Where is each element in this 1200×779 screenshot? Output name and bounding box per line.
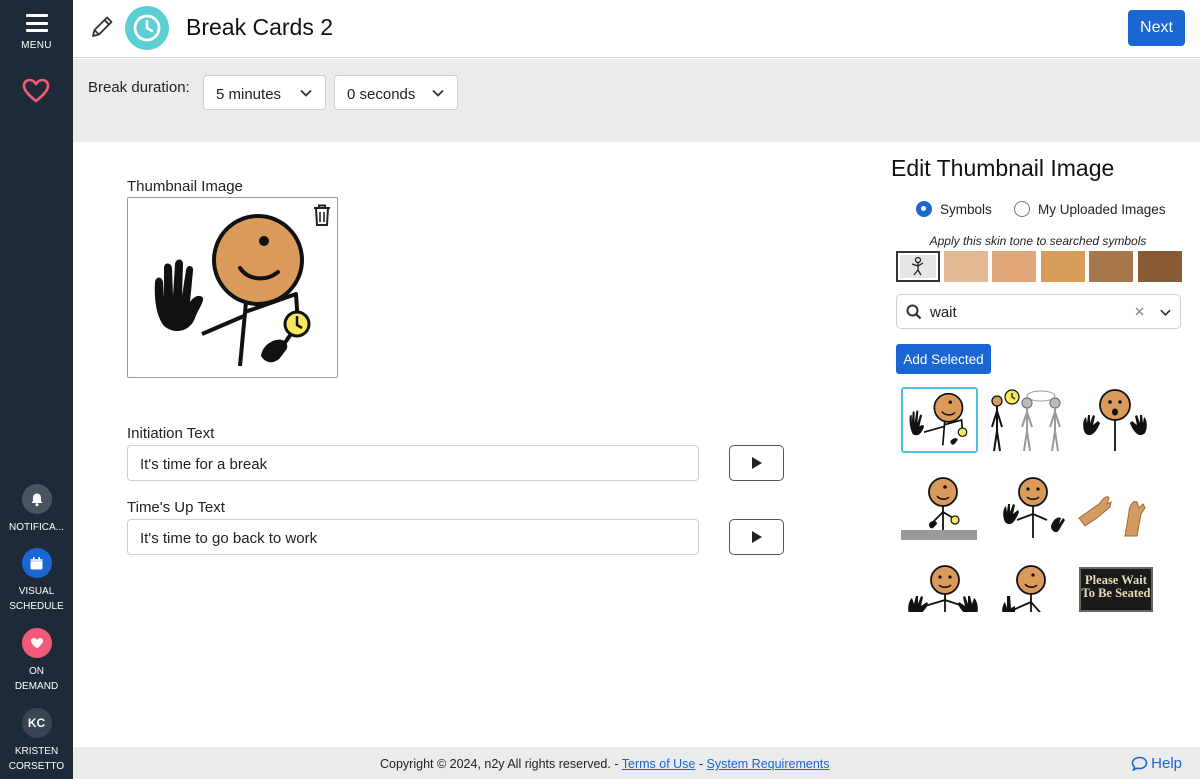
chevron-down-icon [300,89,312,97]
wait-to-be-seated-sign[interactable]: Please Wait To Be Seated [1079,567,1153,612]
system-requirements-link[interactable]: System Requirements [707,757,830,771]
symbol-result[interactable] [901,562,981,612]
heart-icon [21,628,52,658]
sidebar-item-notifications[interactable]: NOTIFICA... [0,484,73,535]
user-name: KRISTEN CORSETTO [8,746,65,772]
skin-tone-swatch-4[interactable] [1089,251,1133,282]
user-profile[interactable]: KC KRISTEN CORSETTO [0,708,73,774]
copyright-text: Copyright © 2024, n2y All rights reserve… [380,757,619,771]
sidebar-item-label: ON DEMAND [14,666,59,692]
bell-icon [21,484,52,514]
help-button[interactable]: Help [1131,755,1182,772]
radio-unselected-icon [1014,201,1030,217]
pencil-icon[interactable] [89,14,115,40]
avatar: KC [21,708,52,738]
help-label: Help [1151,755,1182,772]
trash-icon[interactable] [311,203,333,227]
radio-symbols-label: Symbols [940,201,992,217]
symbol-result[interactable] [1077,474,1157,542]
play-icon [751,457,762,469]
footer-separator: - [698,757,704,771]
times-up-play-button[interactable] [729,519,784,555]
chevron-down-icon [432,89,444,97]
person-icon [911,256,924,276]
menu-label: MENU [21,40,52,51]
minutes-select[interactable]: 5 minutes [203,75,326,110]
initiation-text-label: Initiation Text [127,425,215,442]
sidebar-item-label: VISUAL SCHEDULE [9,586,64,612]
symbol-result[interactable] [985,387,1065,455]
symbol-results-grid: Please Wait To Be Seated [897,384,1179,612]
footer-text: Copyright © 2024, n2y All rights reserve… [380,757,830,771]
chat-bubble-icon [1131,756,1148,771]
terms-of-use-link[interactable]: Terms of Use [622,757,696,771]
thumbnail-label: Thumbnail Image [127,178,243,195]
sidebar-item-on-demand[interactable]: ON DEMAND [0,628,73,694]
symbol-result[interactable] [991,562,1071,612]
sidebar: MENU NOTIFICA... VISUAL SCHEDULE ON DEMA… [0,0,73,779]
skin-tone-swatch-2[interactable] [992,251,1036,282]
hamburger-icon [25,14,48,32]
times-up-text-input[interactable]: It's time to go back to work [127,519,699,555]
seconds-value: 0 seconds [347,86,416,103]
add-selected-button[interactable]: Add Selected [896,344,991,374]
symbol-search[interactable]: wait [896,294,1181,329]
sidebar-item-label: NOTIFICA... [9,522,64,533]
footer: Copyright © 2024, n2y All rights reserve… [73,747,1200,779]
initiation-text-input[interactable]: It's time for a break [127,445,699,481]
skin-tone-caption: Apply this skin tone to searched symbols [929,234,1147,248]
symbol-result[interactable] [1075,387,1155,455]
chevron-down-icon[interactable] [1159,306,1172,319]
menu-button[interactable]: MENU [0,14,73,51]
break-duration-label: Break duration: [88,79,190,96]
thumbnail-image [127,197,338,378]
header: Break Cards 2 Next [73,0,1200,58]
radio-uploaded-label: My Uploaded Images [1038,201,1166,217]
search-icon [906,304,922,320]
skin-tone-swatch-5[interactable] [1138,251,1182,282]
radio-symbols[interactable]: Symbols [916,201,992,217]
clock-icon [125,6,169,50]
skin-tone-swatch-1[interactable] [944,251,988,282]
symbol-result[interactable] [901,474,981,542]
panel-title: Edit Thumbnail Image [891,155,1115,181]
page-title: Break Cards 2 [186,14,334,40]
radio-selected-icon [916,201,932,217]
skin-tone-swatch-3[interactable] [1041,251,1085,282]
play-icon [751,531,762,543]
sidebar-item-visual-schedule[interactable]: VISUAL SCHEDULE [0,548,73,614]
minutes-value: 5 minutes [216,86,282,103]
seconds-select[interactable]: 0 seconds [334,75,458,110]
clear-icon[interactable] [1135,307,1144,316]
symbol-result-selected[interactable] [901,387,978,453]
wait-symbol-image [154,214,311,367]
symbol-result[interactable] [991,474,1071,542]
skin-tone-default[interactable] [896,251,940,282]
calendar-icon [21,548,52,578]
search-input[interactable]: wait [930,304,957,321]
times-up-text-label: Time's Up Text [127,499,225,516]
initiation-play-button[interactable] [729,445,784,481]
next-button[interactable]: Next [1128,10,1185,46]
duration-bar: Break duration: 5 minutes 0 seconds [73,59,1200,142]
heart-icon[interactable] [22,78,50,104]
radio-uploaded-images[interactable]: My Uploaded Images [1014,201,1166,217]
